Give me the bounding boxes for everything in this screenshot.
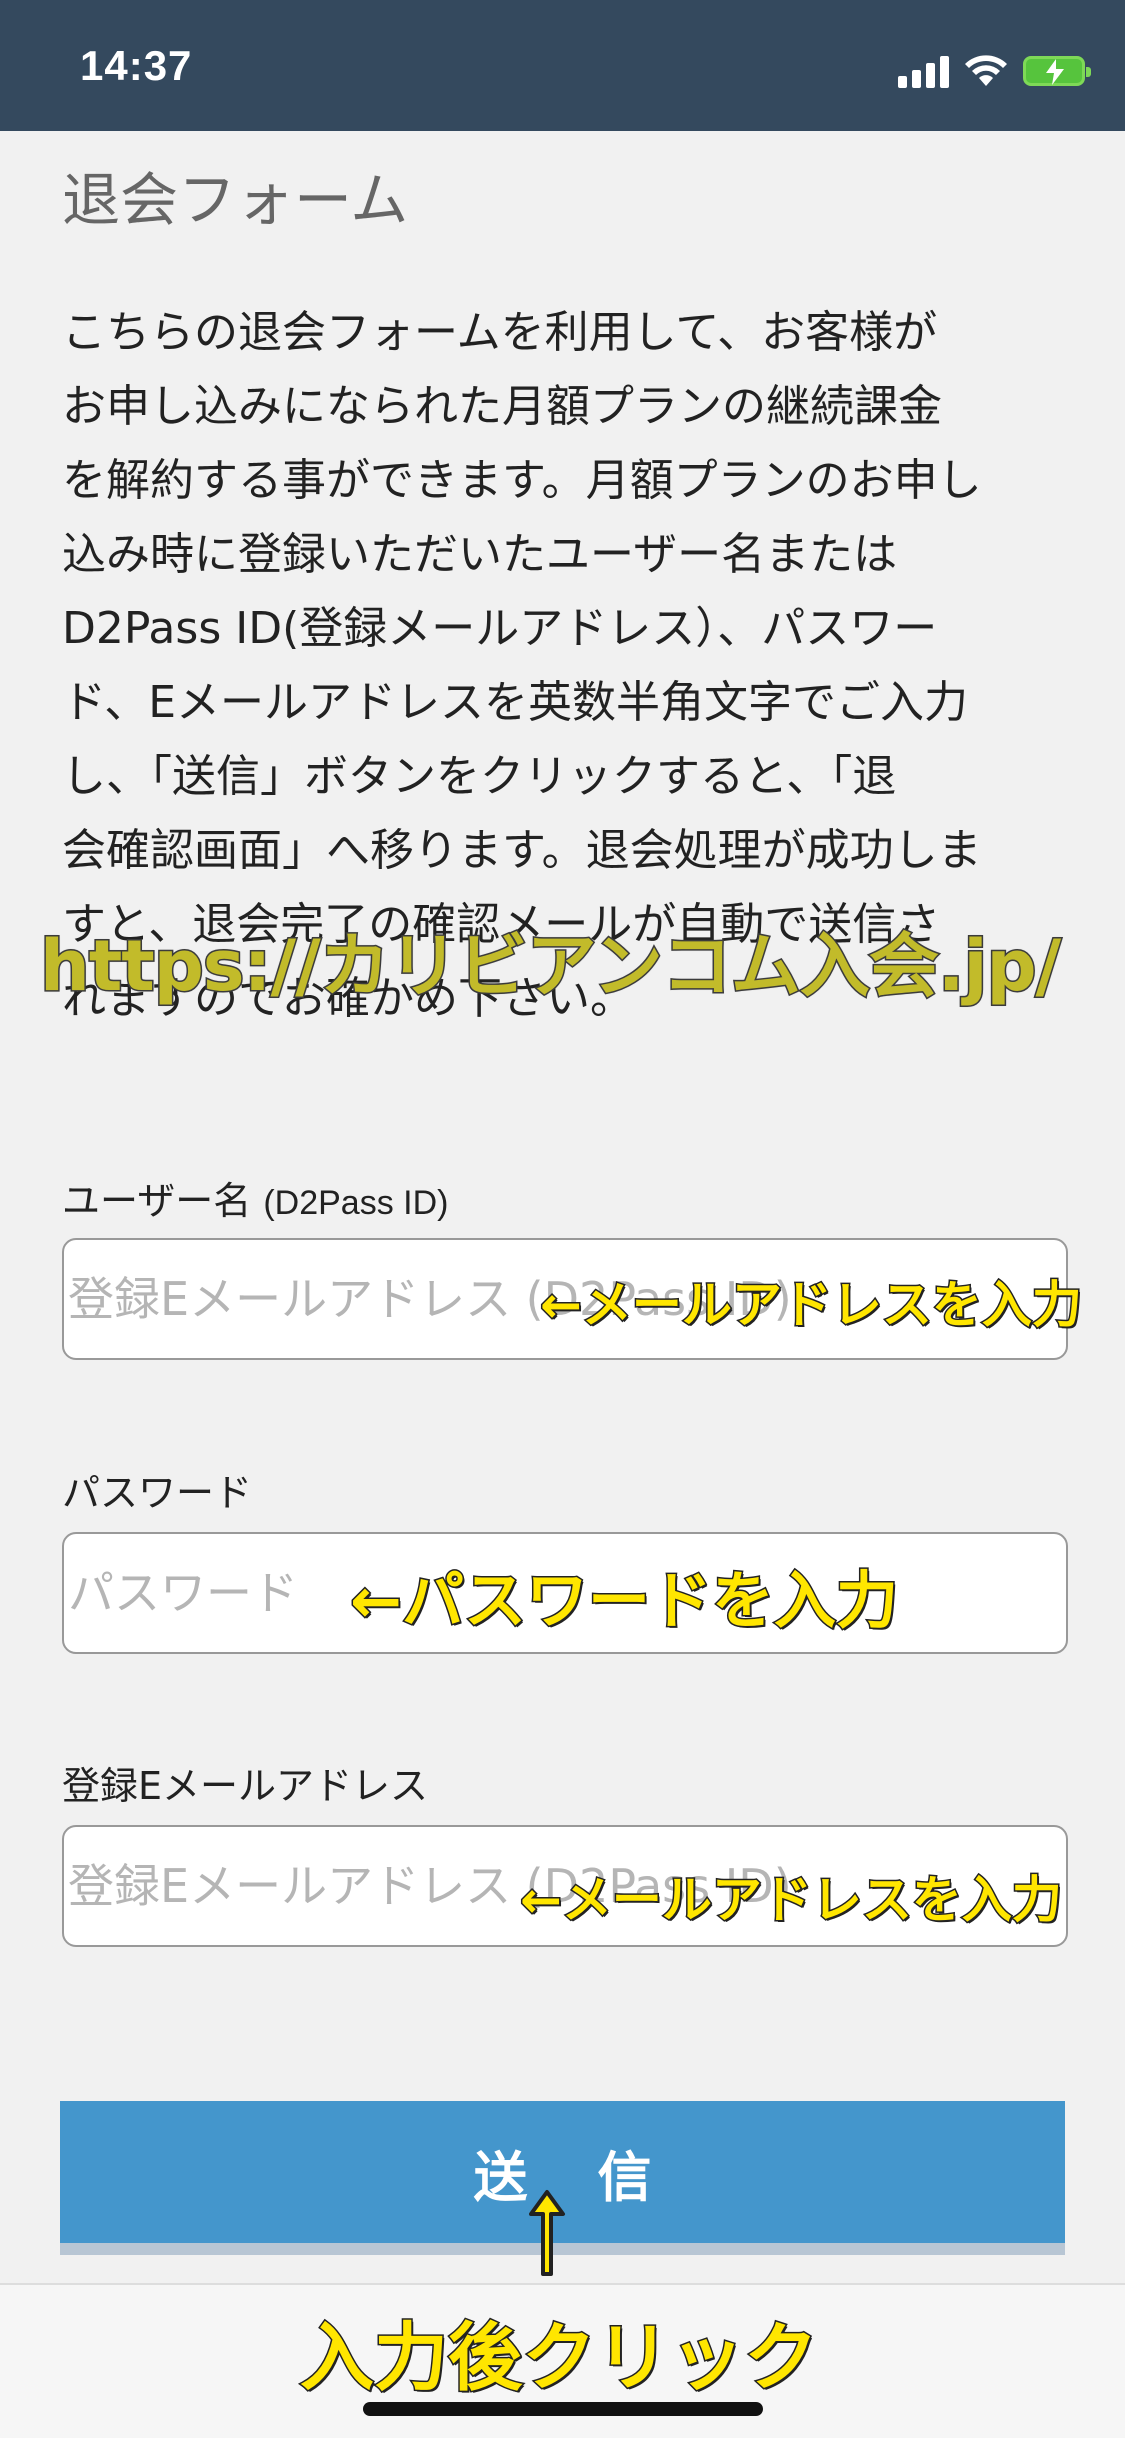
status-bar: 14:37 (0, 0, 1125, 131)
status-icons (898, 48, 1091, 88)
signal-icon (898, 54, 949, 88)
submit-annotation: 入力後クリック (299, 2314, 820, 2403)
username-label-text: ユーザー名 (62, 1179, 252, 1223)
password-annotation: ←パスワードを入力 (349, 1563, 900, 1639)
url-watermark: https://カリビアンコム入会.jp/ (38, 924, 1062, 1009)
page-title: 退会フォーム (62, 166, 409, 234)
description-line: D2Pass ID(登録メールアドレス）、パスワー (62, 603, 938, 654)
arrow-up-icon (529, 2190, 565, 2276)
description-line: 会確認画面」へ移ります。退会処理が成功しま (62, 825, 982, 876)
description-line: お申し込みになられた月額プランの継続課金 (62, 381, 942, 432)
username-annotation: ←メールアドレスを入力 (539, 1275, 1084, 1336)
description-line: し、「送信」ボタンをクリックすると、「退 (62, 751, 897, 802)
description-line: こちらの退会フォームを利用して、お客様が (62, 307, 938, 358)
status-time: 14:37 (80, 42, 193, 89)
description-line: を解約する事ができます。月額プランのお申し (62, 455, 982, 506)
email-label: 登録Eメールアドレス (62, 1764, 429, 1808)
battery-charging-icon (1023, 56, 1091, 86)
wifi-icon (965, 55, 1007, 86)
password-label: パスワード (62, 1471, 253, 1515)
home-indicator (363, 2402, 763, 2416)
username-label: ユーザー名 (D2Pass ID) (62, 1170, 448, 1225)
username-label-sub: (D2Pass ID) (263, 1184, 449, 1222)
description-line: ド、Eメールアドレスを英数半角文字でご入力 (62, 677, 969, 728)
description-line: 込み時に登録いただいたユーザー名または (62, 529, 898, 580)
email-annotation: ←メールアドレスを入力 (519, 1870, 1064, 1931)
